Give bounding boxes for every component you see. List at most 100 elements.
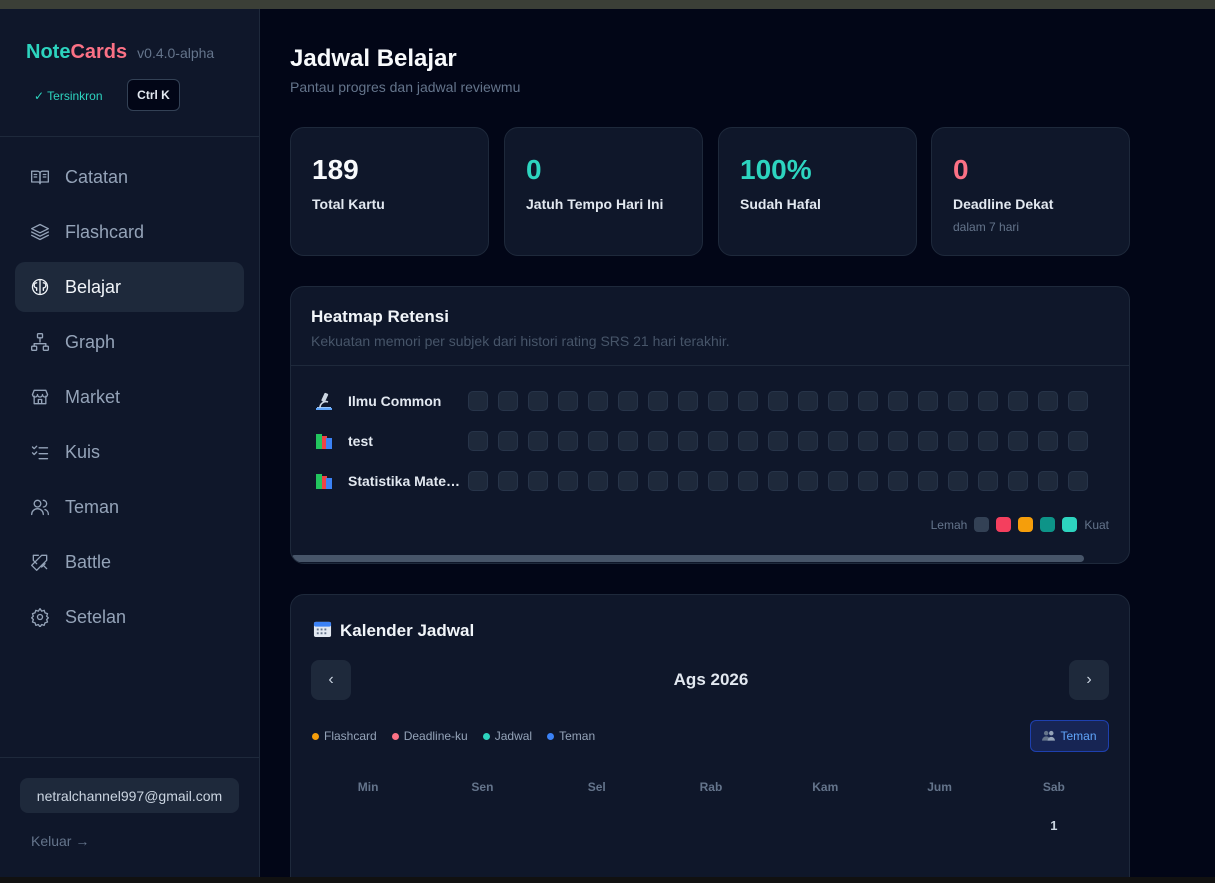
heatmap-cell[interactable] [1038, 431, 1058, 451]
heatmap-cell[interactable] [798, 431, 818, 451]
sidebar-item-graph[interactable]: Graph [15, 317, 244, 367]
heatmap-cell[interactable] [858, 471, 878, 491]
heatmap-cell[interactable] [468, 471, 488, 491]
sidebar-item-flashcard[interactable]: Flashcard [15, 207, 244, 257]
legend-friends: Teman [547, 729, 595, 743]
friends-button-label: Teman [1060, 729, 1097, 743]
heatmap-cell[interactable] [1008, 471, 1028, 491]
heatmap-cell[interactable] [948, 391, 968, 411]
heatmap-cell[interactable] [708, 431, 728, 451]
calendar-title: Kalender Jadwal [340, 621, 475, 640]
heatmap-cell[interactable] [1008, 431, 1028, 451]
heatmap-cell[interactable] [978, 391, 998, 411]
horizontal-scrollbar[interactable] [291, 555, 1084, 562]
heatmap-cell[interactable] [618, 471, 638, 491]
heatmap-cell[interactable] [1068, 391, 1088, 411]
heatmap-subtitle: Kekuatan memori per subjek dari histori … [311, 333, 730, 349]
heatmap-cell[interactable] [768, 471, 788, 491]
heatmap-cell[interactable] [588, 391, 608, 411]
heatmap-cell[interactable] [918, 391, 938, 411]
heatmap-cell[interactable] [498, 391, 518, 411]
heatmap-cell[interactable] [468, 431, 488, 451]
legend-label: Teman [559, 729, 596, 743]
heatmap-cell[interactable] [558, 471, 578, 491]
heatmap-cell[interactable] [768, 391, 788, 411]
heatmap-cell[interactable] [888, 471, 908, 491]
heatmap-cell[interactable] [978, 431, 998, 451]
heatmap-cell[interactable] [858, 391, 878, 411]
heatmap-cell[interactable] [1068, 471, 1088, 491]
stat-note: dalam 7 hari [953, 220, 1020, 234]
heatmap-cell[interactable] [1038, 391, 1058, 411]
sidebar-item-setelan[interactable]: Setelan [15, 592, 244, 642]
heatmap-cell[interactable] [588, 471, 608, 491]
account-email[interactable]: netralchannel997@gmail.com [20, 778, 239, 813]
heatmap-cell[interactable] [648, 391, 668, 411]
heatmap-cell[interactable] [1038, 471, 1058, 491]
heatmap-cell[interactable] [558, 391, 578, 411]
heatmap-cell[interactable] [558, 431, 578, 451]
heatmap-cell[interactable] [918, 431, 938, 451]
heatmap-cell[interactable] [528, 471, 548, 491]
heatmap-cell[interactable] [498, 471, 518, 491]
sidebar-item-label: Setelan [65, 606, 127, 627]
heatmap-cell[interactable] [618, 391, 638, 411]
heatmap-legend: Lemah Kuat [931, 517, 1109, 532]
sidebar-item-market[interactable]: Market [15, 372, 244, 422]
calendar-day-empty [768, 818, 882, 833]
sidebar-item-teman[interactable]: Teman [15, 482, 244, 532]
heatmap-cell[interactable] [798, 471, 818, 491]
heatmap-cell[interactable] [858, 431, 878, 451]
heatmap-cell[interactable] [498, 431, 518, 451]
sidebar-item-kuis[interactable]: Kuis [15, 427, 244, 477]
heatmap-cell[interactable] [948, 471, 968, 491]
heatmap-cell[interactable] [1008, 391, 1028, 411]
heatmap-cell[interactable] [678, 431, 698, 451]
heatmap-row: Statistika Matematika [313, 470, 1088, 492]
heatmap-cell[interactable] [918, 471, 938, 491]
app-logo[interactable]: NoteCards [26, 41, 127, 64]
heatmap-cell[interactable] [648, 431, 668, 451]
sidebar-item-label: Kuis [65, 441, 101, 462]
heatmap-cell[interactable] [768, 431, 788, 451]
heatmap-cell[interactable] [708, 391, 728, 411]
logout-link[interactable]: Keluar → [31, 833, 89, 849]
heatmap-cell[interactable] [678, 391, 698, 411]
sidebar-item-battle[interactable]: Battle [15, 537, 244, 587]
next-month-button[interactable]: › [1069, 660, 1109, 700]
legend-label: Jadwal [494, 729, 533, 743]
heatmap-cell[interactable] [528, 431, 548, 451]
users-icon [1042, 729, 1056, 744]
heatmap-cell[interactable] [678, 471, 698, 491]
heatmap-cell[interactable] [828, 391, 848, 411]
stat-value: 189 [312, 154, 359, 185]
command-palette-button[interactable]: Ctrl K [127, 79, 180, 111]
calendar-day[interactable]: 1 [997, 818, 1111, 833]
heatmap-cell[interactable] [528, 391, 548, 411]
calendar-day-empty [540, 818, 654, 833]
heatmap-cell[interactable] [708, 471, 728, 491]
friends-toggle-button[interactable]: Teman [1030, 720, 1109, 752]
heatmap-cell[interactable] [468, 391, 488, 411]
legend-swatch [1018, 517, 1034, 532]
heatmap-cell[interactable] [888, 431, 908, 451]
heatmap-cell[interactable] [738, 391, 758, 411]
sidebar-item-catatan[interactable]: Catatan [15, 152, 244, 202]
heatmap-cell[interactable] [738, 471, 758, 491]
heatmap-cell[interactable] [978, 471, 998, 491]
heatmap-cell[interactable] [948, 431, 968, 451]
legend-dot [482, 732, 490, 740]
heatmap-cell[interactable] [588, 431, 608, 451]
stat-card-deadline: 0 Deadline Dekat dalam 7 hari [931, 127, 1130, 256]
heatmap-cell[interactable] [798, 391, 818, 411]
sidebar-item-belajar[interactable]: Belajar [15, 262, 244, 312]
heatmap-cell[interactable] [1068, 431, 1088, 451]
heatmap-cell[interactable] [828, 431, 848, 451]
weekday-label: Sel [587, 780, 606, 794]
sidebar-item-label: Market [65, 386, 121, 407]
heatmap-cell[interactable] [888, 391, 908, 411]
heatmap-cell[interactable] [648, 471, 668, 491]
heatmap-cell[interactable] [618, 431, 638, 451]
heatmap-cell[interactable] [828, 471, 848, 491]
heatmap-cell[interactable] [738, 431, 758, 451]
